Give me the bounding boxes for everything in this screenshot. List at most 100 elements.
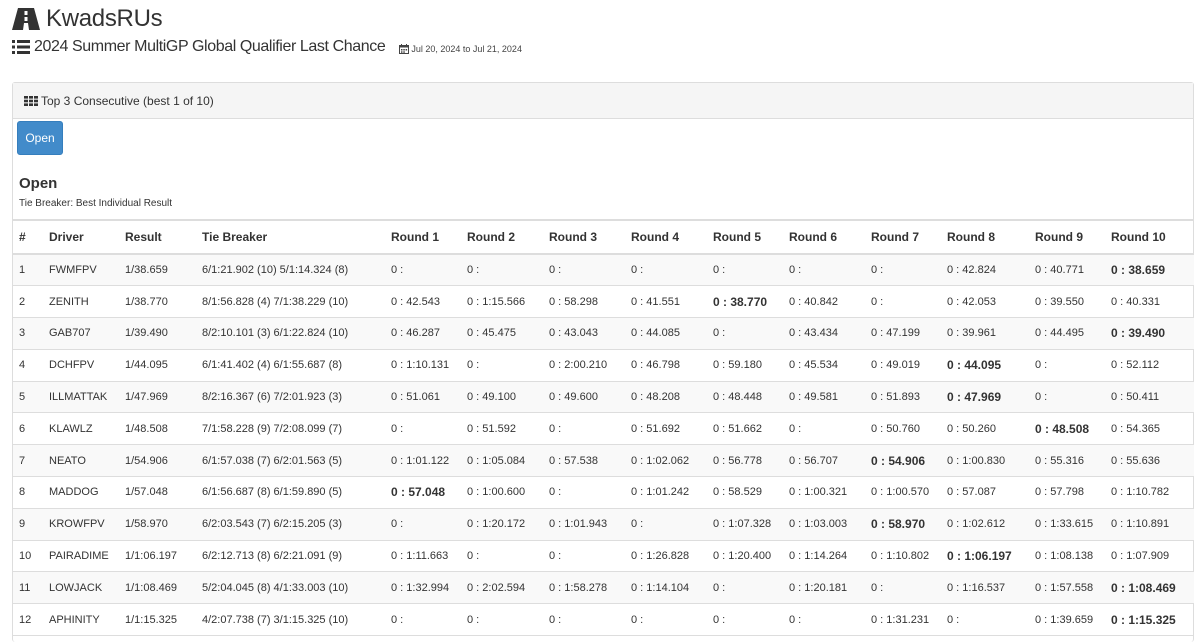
round-cell: 0 : — [865, 254, 941, 287]
table-row: 1 FWMFPV 1/38.659 6/1:21.902 (10) 5/1:14.32… — [13, 254, 1194, 287]
driver-cell: KROWFPV — [43, 508, 119, 541]
column-header: Round 1 — [385, 219, 461, 255]
round-cell: 0 : 49.600 — [543, 381, 625, 414]
column-header: Round 2 — [461, 219, 543, 255]
driver-cell: NEATO — [43, 444, 119, 478]
table-header-row: # Driver Result Tie Breaker Round 1 Round 2 Ro… — [13, 219, 1194, 255]
column-header: Driver — [43, 219, 119, 255]
round-cell: 0 : 57.538 — [543, 444, 625, 478]
round-cell: 0 : 1:11.663 — [385, 540, 461, 573]
tie-breaker-cell: 4/2:07.738 (7) 3/1:15.325 (10) — [196, 603, 385, 637]
round-cell: 0 : 1:01.242 — [625, 476, 707, 509]
round-cell: 0 : 47.199 — [865, 317, 941, 350]
driver-cell: PAIRADIME — [43, 540, 119, 573]
column-header: Round 5 — [707, 219, 783, 255]
round-cell: 0 : 1:14.264 — [783, 540, 865, 573]
round-cell: 0 : 1:00.570 — [865, 476, 941, 509]
calendar-icon — [399, 43, 410, 54]
driver-cell: FWMFPV — [43, 254, 119, 287]
round-cell: 0 : 50.260 — [941, 412, 1029, 446]
result-cell: 1/1:08.469 — [119, 571, 196, 605]
round-cell: 0 : 51.893 — [865, 381, 941, 414]
round-cell: 0 : 46.798 — [625, 349, 707, 382]
column-header: Round 4 — [625, 219, 707, 255]
round-cell: 0 : 1:20.400 — [707, 540, 783, 573]
round-cell: 0 : 45.475 — [461, 317, 543, 350]
round-cell: 0 : 44.085 — [625, 317, 707, 350]
round-cell: 0 : — [543, 476, 625, 509]
round-cell: 0 : 2:02.594 — [461, 571, 543, 605]
table-row: 12 APHINITY 1/1:15.325 4/2:07.738 (7) 3/1:1… — [13, 603, 1194, 637]
round-cell: 0 : — [461, 254, 543, 287]
round-cell: 0 : 49.100 — [461, 381, 543, 414]
result-cell: 1/44.095 — [119, 349, 196, 382]
tie-breaker-cell: 6/2:12.713 (8) 6/2:21.091 (9) — [196, 540, 385, 573]
round-cell: 0 : 45.534 — [783, 349, 865, 382]
result-cell: 1/39.490 — [119, 317, 196, 350]
round-cell: 0 : 46.287 — [385, 317, 461, 350]
round-cell: 0 : — [625, 254, 707, 287]
round-cell: 0 : — [461, 603, 543, 637]
round-cell: 0 : 1:39.659 — [1029, 603, 1105, 637]
round-cell: 0 : 57.048 — [385, 476, 461, 509]
round-cell: 0 : 1:01.122 — [385, 444, 461, 478]
round-cell: 0 : — [461, 540, 543, 573]
round-cell: 0 : 54.906 — [865, 444, 941, 478]
round-cell: 0 : 38.659 — [1105, 254, 1194, 287]
round-cell: 0 : 43.434 — [783, 317, 865, 350]
round-cell: 0 : 57.087 — [941, 476, 1029, 509]
result-cell: 1/58.970 — [119, 508, 196, 541]
round-cell: 0 : — [865, 285, 941, 319]
tie-breaker-cell: 8/2:16.367 (6) 7/2:01.923 (3) — [196, 381, 385, 414]
round-cell: 0 : — [707, 317, 783, 350]
round-cell: 0 : 50.411 — [1105, 381, 1194, 414]
results-table: # Driver Result Tie Breaker Round 1 Round 2 Ro… — [13, 219, 1194, 637]
result-cell: 1/48.508 — [119, 412, 196, 446]
round-cell: 0 : 55.316 — [1029, 444, 1105, 478]
round-cell: 0 : 51.061 — [385, 381, 461, 414]
event-dates: Jul 20, 2024 to Jul 21, 2024 — [399, 43, 522, 54]
round-cell: 0 : 1:07.328 — [707, 508, 783, 541]
round-cell: 0 : 1:10.131 — [385, 349, 461, 382]
tie-breaker-cell: 6/1:56.687 (8) 6/1:59.890 (5) — [196, 476, 385, 509]
round-cell: 0 : 1:58.278 — [543, 571, 625, 605]
result-cell: 1/54.906 — [119, 444, 196, 478]
tie-breaker-cell: 6/1:57.038 (7) 6/2:01.563 (5) — [196, 444, 385, 478]
round-cell: 0 : 1:07.909 — [1105, 540, 1194, 573]
column-header: # — [13, 219, 43, 255]
round-cell: 0 : — [625, 508, 707, 541]
round-cell: 0 : 50.760 — [865, 412, 941, 446]
round-cell: 0 : 42.824 — [941, 254, 1029, 287]
position-cell: 1 — [13, 254, 43, 287]
round-cell: 0 : — [1029, 381, 1105, 414]
round-cell: 0 : 1:01.943 — [543, 508, 625, 541]
table-body: 1 FWMFPV 1/38.659 6/1:21.902 (10) 5/1:14.32… — [13, 254, 1194, 637]
round-cell: 0 : — [707, 603, 783, 637]
column-header: Round 3 — [543, 219, 625, 255]
round-cell: 0 : 40.771 — [1029, 254, 1105, 287]
round-cell: 0 : 44.495 — [1029, 317, 1105, 350]
round-cell: 0 : — [543, 603, 625, 637]
list-icon — [12, 40, 30, 54]
round-cell: 0 : 1:00.830 — [941, 444, 1029, 478]
round-cell: 0 : — [783, 603, 865, 637]
round-cell: 0 : 43.043 — [543, 317, 625, 350]
round-cell: 0 : — [385, 412, 461, 446]
round-cell: 0 : 41.551 — [625, 285, 707, 319]
class-open-button[interactable]: Open — [17, 121, 63, 155]
round-cell: 0 : 1:15.325 — [1105, 603, 1194, 637]
round-cell: 0 : — [707, 254, 783, 287]
round-cell: 0 : 1:31.231 — [865, 603, 941, 637]
round-cell: 0 : 56.707 — [783, 444, 865, 478]
tie-breaker-cell: 5/2:04.045 (8) 4/1:33.003 (10) — [196, 571, 385, 605]
round-cell: 0 : — [625, 603, 707, 637]
position-cell: 10 — [13, 540, 43, 573]
round-cell: 0 : 1:16.537 — [941, 571, 1029, 605]
tie-breaker-cell: 7/1:58.228 (9) 7/2:08.099 (7) — [196, 412, 385, 446]
round-cell: 0 : — [865, 571, 941, 605]
round-cell: 0 : 48.448 — [707, 381, 783, 414]
site-title[interactable]: KwadsRUs — [46, 5, 163, 33]
position-cell: 6 — [13, 412, 43, 446]
position-cell: 11 — [13, 571, 43, 605]
driver-cell: DCHFPV — [43, 349, 119, 382]
